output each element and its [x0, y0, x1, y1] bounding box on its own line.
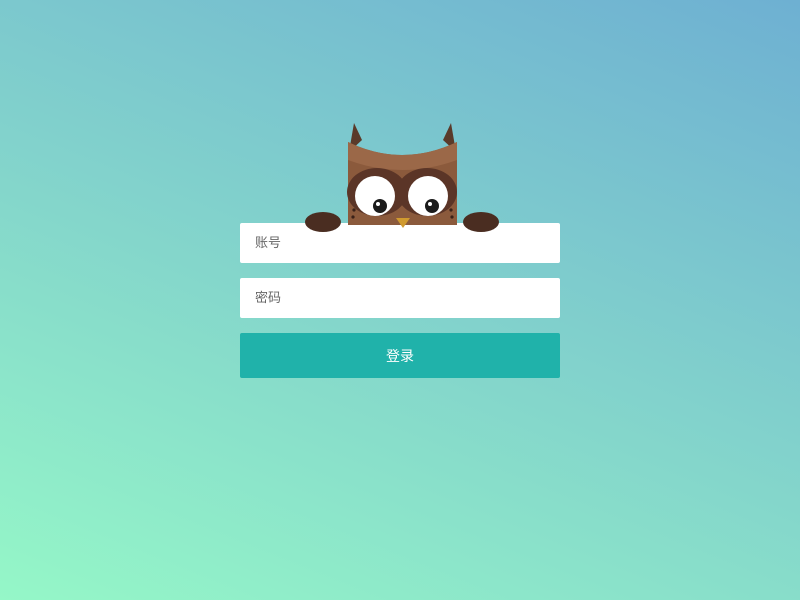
password-input[interactable] [240, 278, 560, 318]
login-button[interactable]: 登录 [240, 333, 560, 378]
owl-icon [305, 120, 500, 233]
